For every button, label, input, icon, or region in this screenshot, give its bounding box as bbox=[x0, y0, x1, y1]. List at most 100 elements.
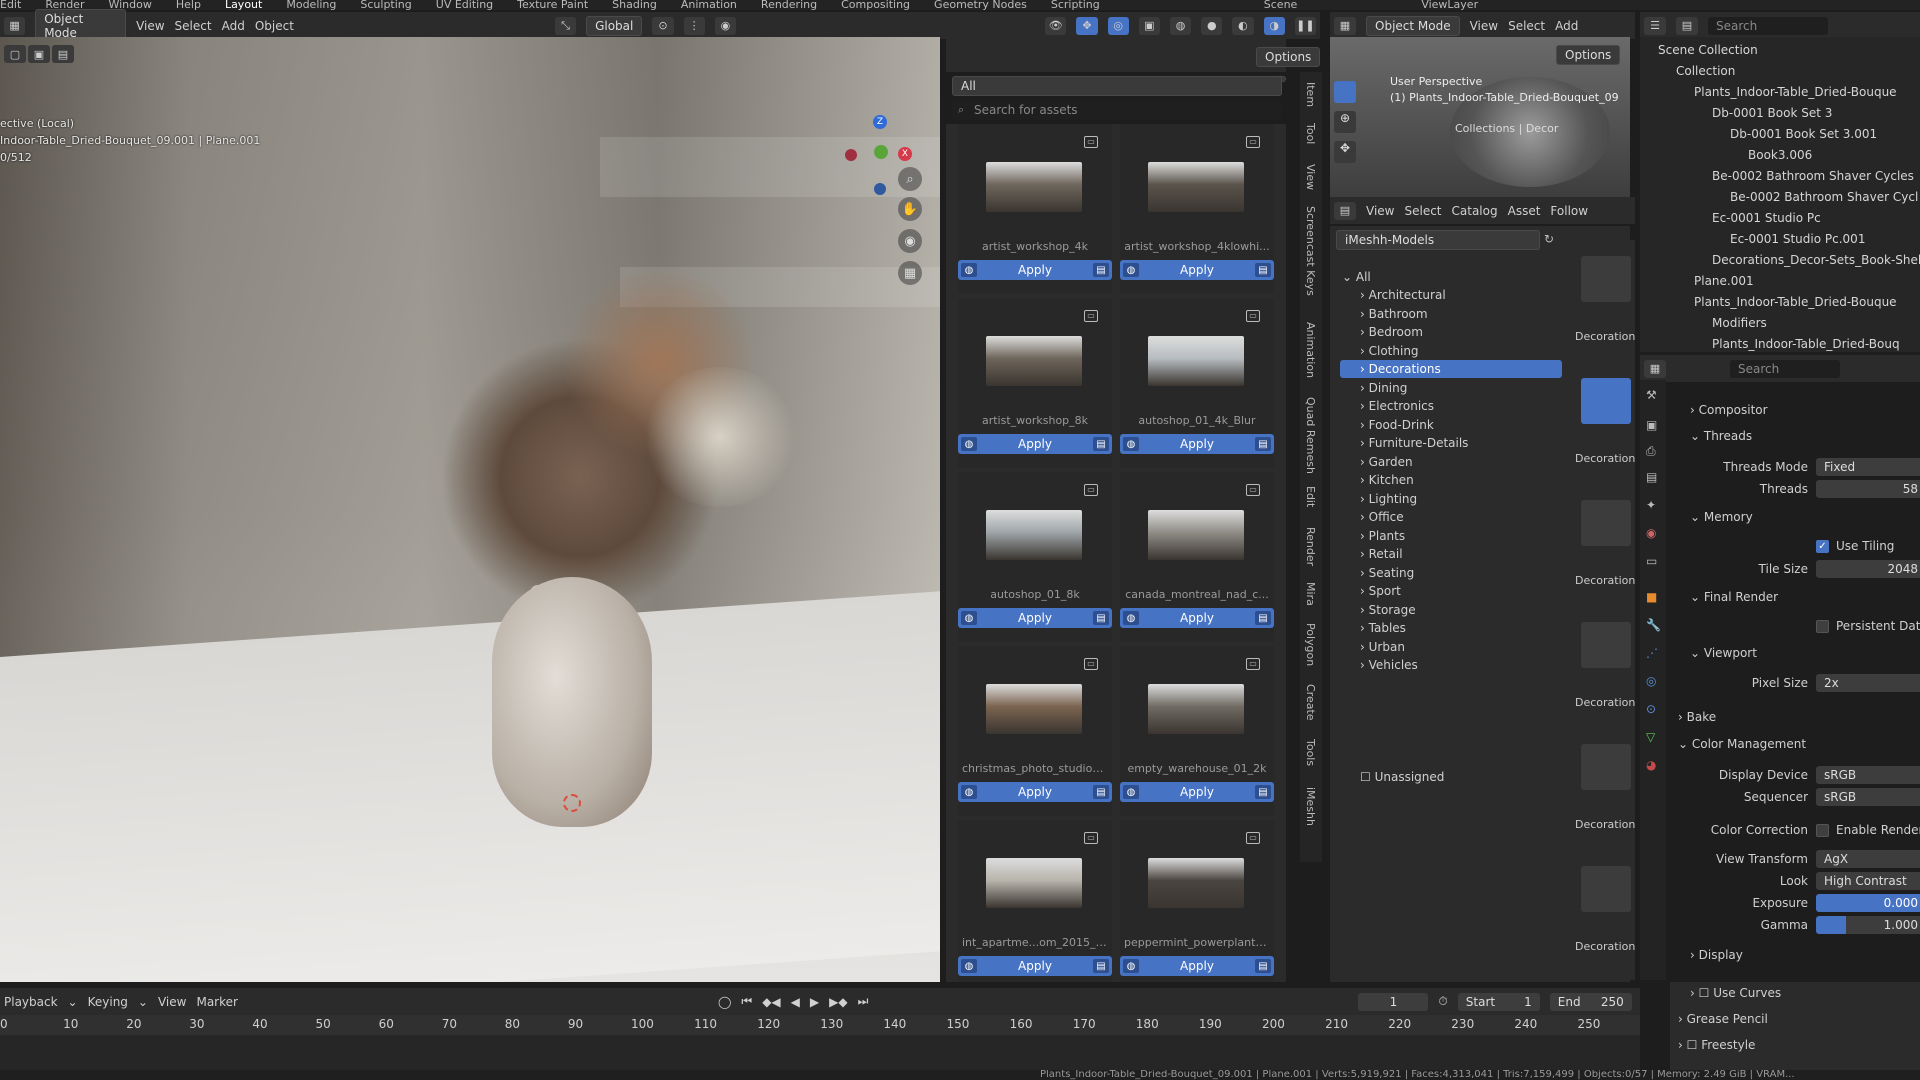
proportional-edit-icon[interactable]: ◉ bbox=[714, 16, 736, 35]
workspace-tab-shading[interactable]: Shading bbox=[612, 0, 657, 10]
settings-icon[interactable]: ▤ bbox=[1092, 959, 1109, 973]
apply-button[interactable]: ◍ Apply ▤ bbox=[1120, 260, 1274, 280]
preview-icon[interactable]: ▭ bbox=[1246, 136, 1260, 148]
catalog-item-clothing[interactable]: › Clothing bbox=[1360, 344, 1419, 358]
camera-view-icon[interactable]: ◉ bbox=[898, 229, 922, 253]
timeline-ruler[interactable]: 0 10 20 30 40 50 60 70 80 90 100 110 120 130 140 150 160… bbox=[0, 1015, 1640, 1035]
play-reverse-icon[interactable]: ◀ bbox=[791, 995, 800, 1009]
scene-tab-icon[interactable]: ✦ bbox=[1646, 498, 1656, 512]
material-shading-icon[interactable]: ◐ bbox=[1232, 16, 1254, 35]
outliner-item[interactable]: Plants_Indoor-Table_Dried-Bouque bbox=[1694, 295, 1897, 309]
constraints-tab-icon[interactable]: ⊙ bbox=[1646, 702, 1656, 716]
outliner-item[interactable]: Ec-0001 Studio Pc bbox=[1712, 211, 1821, 225]
preview-icon[interactable]: ▭ bbox=[1246, 832, 1260, 844]
3d-viewport[interactable]: ective (Local) Indoor-Table_Dried-Bouque… bbox=[0, 37, 940, 982]
settings-icon[interactable]: ▤ bbox=[1254, 611, 1271, 625]
catalog-item-office[interactable]: › Office bbox=[1360, 510, 1404, 524]
jump-start-icon[interactable]: ⏮ bbox=[741, 994, 752, 1009]
object-tab-icon[interactable]: ■ bbox=[1646, 590, 1657, 604]
viewport-section[interactable]: ⌄ Viewport bbox=[1690, 646, 1757, 660]
pause-icon[interactable]: ❚❚ bbox=[1294, 16, 1316, 35]
catalog-item-seating[interactable]: › Seating bbox=[1360, 566, 1414, 580]
view-layer-selector[interactable]: ViewLayer bbox=[1421, 0, 1478, 10]
catalog-item-lighting[interactable]: › Lighting bbox=[1360, 492, 1417, 506]
sidebar-tab-quad-remesh[interactable]: Quad Remesh bbox=[1304, 397, 1317, 474]
apply-button[interactable]: ◍ Apply ▤ bbox=[958, 434, 1112, 454]
asset-search-input[interactable]: Search for assets bbox=[952, 100, 1282, 120]
overlay-icon[interactable]: ◎ bbox=[1107, 16, 1129, 35]
sidebar-tab-imeshh[interactable]: iMeshh bbox=[1304, 787, 1317, 826]
outliner-item[interactable]: Plants_Indoor-Table_Dried-Bouq bbox=[1712, 337, 1900, 351]
apply-button[interactable]: ◍ Apply ▤ bbox=[1120, 434, 1274, 454]
select-menu[interactable]: Select bbox=[175, 19, 212, 33]
workspace-tab-texture-paint[interactable]: Texture Paint bbox=[517, 0, 588, 10]
asset-card[interactable]: ▭ artist_workshop_8k ◍ Apply ▤ bbox=[958, 298, 1112, 468]
decoration-thumbnail[interactable] bbox=[1581, 622, 1631, 668]
world-tab-icon[interactable]: ◉ bbox=[1646, 526, 1656, 540]
properties-editor-icon[interactable]: ▦ bbox=[1644, 359, 1666, 378]
compositor-section[interactable]: › Compositor bbox=[1690, 403, 1768, 417]
asset-card[interactable]: ▭ empty_warehouse_01_2k ◍ Apply ▤ bbox=[1120, 646, 1274, 816]
neg-x-axis-icon[interactable] bbox=[845, 149, 857, 161]
collection-tab-icon[interactable]: ▭ bbox=[1646, 554, 1657, 568]
transform-orientation-icon[interactable]: ⤡ bbox=[554, 16, 577, 35]
asset-card[interactable]: ▭ canada_montreal_nad_c... ◍ Apply ▤ bbox=[1120, 472, 1274, 642]
pivot-icon[interactable]: ⊙ bbox=[652, 16, 674, 35]
outliner-item[interactable]: Plants_Indoor-Table_Dried-Bouque bbox=[1694, 85, 1897, 99]
catalog-item-tables[interactable]: › Tables bbox=[1360, 621, 1406, 635]
select-box-icon[interactable]: ▢ bbox=[4, 45, 26, 63]
prev-keyframe-icon[interactable]: ◆◀ bbox=[762, 995, 780, 1009]
pixel-size-dropdown[interactable]: 2x bbox=[1816, 674, 1920, 692]
enable-render-checkbox[interactable] bbox=[1816, 824, 1829, 837]
decoration-thumbnail[interactable] bbox=[1581, 256, 1631, 302]
apply-button[interactable]: ◍ Apply ▤ bbox=[1120, 782, 1274, 802]
threads-field[interactable]: 58 bbox=[1816, 480, 1920, 498]
data-tab-icon[interactable]: ▽ bbox=[1646, 730, 1655, 744]
outliner-search-input[interactable]: Search bbox=[1708, 16, 1828, 35]
sidebar-tab-render[interactable]: Render bbox=[1304, 527, 1317, 566]
preview-icon[interactable]: ▭ bbox=[1246, 484, 1260, 496]
sequencer-dropdown[interactable]: sRGB bbox=[1816, 788, 1920, 806]
options-dropdown[interactable]: Options bbox=[1256, 47, 1321, 67]
workspace-tab-geometry-nodes[interactable]: Geometry Nodes bbox=[934, 0, 1027, 10]
preview-icon[interactable]: ▭ bbox=[1084, 484, 1098, 496]
workspace-tab-scripting[interactable]: Scripting bbox=[1051, 0, 1100, 10]
catalog-item-urban[interactable]: › Urban bbox=[1360, 640, 1405, 654]
apply-button[interactable]: ◍ Apply ▤ bbox=[1120, 608, 1274, 628]
workspace-tab-layout[interactable]: Layout bbox=[225, 0, 262, 10]
mini-add-menu[interactable]: Add bbox=[1555, 19, 1578, 33]
zoom-icon[interactable]: ⌕ bbox=[898, 167, 922, 191]
tool-tab-icon[interactable]: ⚒ bbox=[1646, 388, 1657, 402]
pan-hand-icon[interactable]: ✋ bbox=[898, 197, 922, 221]
decoration-thumbnail[interactable] bbox=[1581, 378, 1631, 424]
y-axis-icon[interactable] bbox=[874, 145, 888, 159]
workspace-tab-uv-editing[interactable]: UV Editing bbox=[436, 0, 493, 10]
preview-icon[interactable]: ▭ bbox=[1084, 832, 1098, 844]
settings-icon[interactable]: ▤ bbox=[1254, 263, 1271, 277]
asset-category-dropdown[interactable]: All bbox=[952, 76, 1282, 96]
outliner-editor-icon[interactable]: ☰ bbox=[1644, 16, 1666, 35]
outliner-item[interactable]: Scene Collection bbox=[1658, 43, 1758, 57]
asset-card[interactable]: ▭ peppermint_powerplant_... ◍ Apply ▤ bbox=[1120, 820, 1274, 982]
settings-icon[interactable]: ▤ bbox=[1254, 437, 1271, 451]
properties-search-input[interactable]: Search bbox=[1730, 359, 1840, 378]
use-curves-section[interactable]: › ☐ Use Curves bbox=[1690, 986, 1781, 1000]
workspace-tab-modeling[interactable]: Modeling bbox=[286, 0, 336, 10]
editor-type-icon-2[interactable]: ▦ bbox=[1334, 16, 1356, 35]
apply-button[interactable]: ◍ Apply ▤ bbox=[958, 782, 1112, 802]
timeline-track-area[interactable] bbox=[0, 1035, 1640, 1070]
exposure-slider[interactable]: 0.000 bbox=[1816, 894, 1920, 912]
grease-pencil-section[interactable]: › Grease Pencil bbox=[1678, 1012, 1768, 1026]
workspace-tab-compositing[interactable]: Compositing bbox=[841, 0, 910, 10]
mini-3d-viewport[interactable]: User Perspective (1) Plants_Indoor-Table… bbox=[1330, 37, 1630, 197]
sidebar-tab-polygon[interactable]: Polygon bbox=[1304, 623, 1317, 666]
catalog-item-food-drink[interactable]: › Food-Drink bbox=[1360, 418, 1434, 432]
asset-card[interactable]: ▭ artist_workshop_4klowhi... ◍ Apply ▤ bbox=[1120, 124, 1274, 294]
sidebar-tab-item[interactable]: Item bbox=[1304, 82, 1317, 107]
settings-icon[interactable]: ▤ bbox=[1092, 263, 1109, 277]
catalog-item-plants[interactable]: › Plants bbox=[1360, 529, 1405, 543]
view-layer-tab-icon[interactable]: ▤ bbox=[1646, 470, 1657, 484]
memory-section[interactable]: ⌄ Memory bbox=[1690, 510, 1753, 524]
playback-menu[interactable]: Playback bbox=[4, 995, 58, 1009]
catalog-catalog-menu[interactable]: Catalog bbox=[1452, 204, 1498, 218]
